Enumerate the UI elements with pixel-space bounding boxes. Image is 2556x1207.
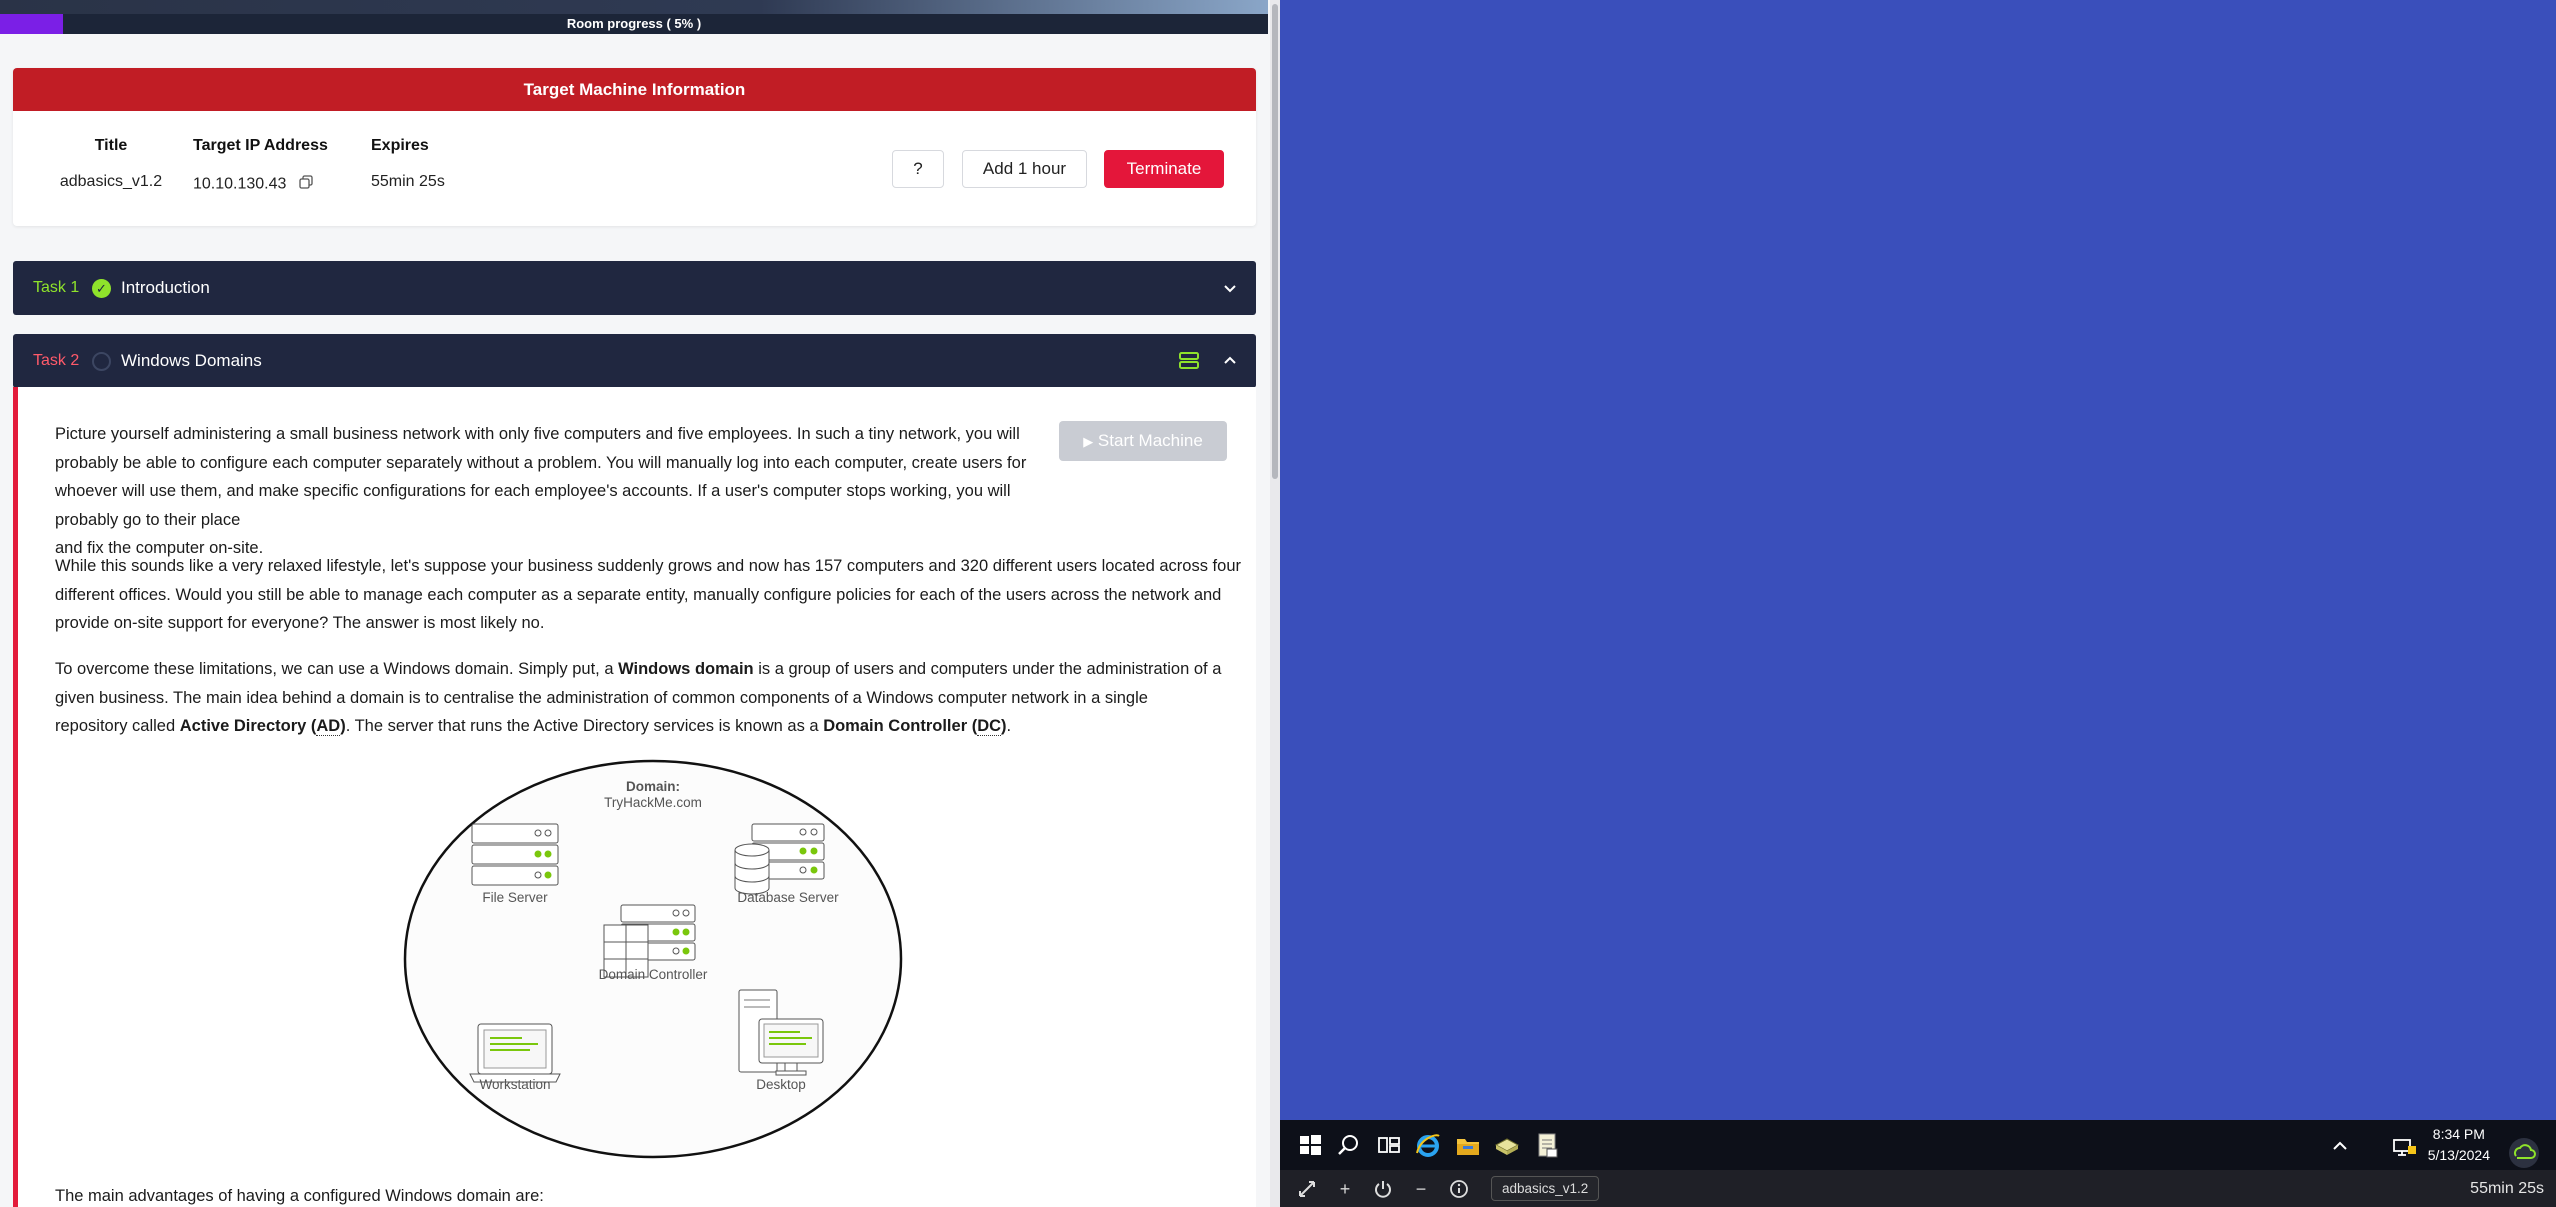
start-machine-label: Start Machine bbox=[1097, 431, 1203, 450]
paragraph-4: The main advantages of having a configur… bbox=[55, 1187, 544, 1205]
cloud-sync-icon[interactable] bbox=[2508, 1138, 2539, 1168]
workstation-label: Workstation bbox=[479, 1077, 551, 1092]
p1-line: whoever will use them, and make specific… bbox=[55, 482, 1011, 529]
power-icon[interactable] bbox=[1373, 1179, 1393, 1199]
expires-column: Expires 55min 25s bbox=[371, 137, 491, 191]
paragraph-2: While this sounds like a very relaxed li… bbox=[55, 552, 1255, 638]
task-2-content: ▶ Start Machine Picture yourself adminis… bbox=[13, 387, 1256, 1207]
p3-text: . The server that runs the Active Direct… bbox=[345, 717, 824, 735]
top-strip bbox=[0, 0, 1268, 14]
progress-label: Room progress ( 5% ) bbox=[566, 16, 702, 31]
ad-abbr: AD bbox=[316, 717, 341, 736]
chevron-down-icon[interactable] bbox=[1220, 278, 1240, 298]
internet-explorer-icon[interactable] bbox=[1414, 1131, 1442, 1159]
info-icon[interactable] bbox=[1449, 1179, 1469, 1199]
domain-controller-label: Domain Controller bbox=[598, 967, 708, 982]
file-server-icon bbox=[471, 823, 559, 886]
taskbar-clock[interactable]: 8:34 PM 5/13/2024 bbox=[2428, 1124, 2490, 1166]
active-directory-term: Active Directory ( bbox=[179, 717, 317, 735]
plus-icon[interactable]: + bbox=[1335, 1179, 1355, 1199]
workstation-icon bbox=[469, 1023, 561, 1083]
machine-title-label: Title bbox=[94, 137, 128, 154]
task-1-number: Task 1 bbox=[33, 279, 80, 296]
p3-text: given business. The main idea behind a d… bbox=[55, 688, 1148, 707]
clock-date: 5/13/2024 bbox=[2427, 1147, 2490, 1163]
task-1-title: Introduction bbox=[121, 278, 210, 297]
server-manager-icon[interactable] bbox=[1493, 1131, 1521, 1159]
p2-line: different offices. Would you still be ab… bbox=[55, 585, 1222, 604]
vm-name-tab[interactable]: adbasics_v1.2 bbox=[1491, 1176, 1600, 1201]
target-machine-header: Target Machine Information bbox=[13, 68, 1256, 111]
windows-taskbar: 8:34 PM 5/13/2024 bbox=[1280, 1120, 2556, 1170]
p3-text: repository called bbox=[55, 717, 180, 735]
paragraph-1: Picture yourself administering a small b… bbox=[55, 420, 1055, 563]
target-ip-value: 10.10.130.43 bbox=[193, 175, 287, 193]
expires-value: 55min 25s bbox=[371, 173, 445, 190]
domain-controller-term: Domain Controller ( bbox=[823, 717, 978, 735]
target-ip-label: Target IP Address bbox=[193, 137, 328, 154]
terminate-button[interactable]: Terminate bbox=[1104, 150, 1224, 188]
database-server-label: Database Server bbox=[737, 890, 839, 905]
windows-domain-term: Windows domain bbox=[618, 660, 754, 678]
paragraph-3: To overcome these limitations, we can us… bbox=[55, 655, 1255, 741]
p1-line: probably be able to configure each compu… bbox=[55, 453, 1027, 472]
file-server-label: File Server bbox=[482, 890, 548, 905]
server-stack-icon[interactable] bbox=[1178, 351, 1200, 371]
fullscreen-icon[interactable] bbox=[1297, 1179, 1317, 1199]
completed-check-icon: ✓ bbox=[92, 279, 111, 298]
task-1-header[interactable]: Task 1 ✓ Introduction bbox=[13, 261, 1256, 315]
play-icon: ▶ bbox=[1083, 434, 1094, 449]
task-2-header[interactable]: Task 2 Windows Domains bbox=[13, 334, 1256, 388]
vm-control-bar: + − adbasics_v1.2 55min 25s bbox=[1280, 1170, 2556, 1207]
target-machine-card: Target Machine Information Title adbasic… bbox=[13, 68, 1256, 226]
start-machine-button[interactable]: ▶ Start Machine bbox=[1059, 421, 1227, 461]
room-pane: Room progress ( 5% ) Target Machine Info… bbox=[0, 0, 1270, 1207]
incomplete-circle-icon bbox=[92, 352, 111, 371]
dc-abbr: DC bbox=[977, 717, 1002, 736]
domain-label: Domain: bbox=[626, 779, 680, 794]
p2-line: While this sounds like a very relaxed li… bbox=[55, 557, 1241, 575]
windows-domain-diagram: Domain: TryHackMe.com File Server Databa… bbox=[398, 757, 908, 1161]
minus-icon[interactable]: − bbox=[1411, 1179, 1431, 1199]
task-2-title: Windows Domains bbox=[121, 351, 262, 370]
p2-line: provide on-site support for everyone? Th… bbox=[55, 614, 545, 632]
machine-title-column: Title adbasics_v1.2 bbox=[46, 137, 176, 191]
file-explorer-icon[interactable] bbox=[1454, 1131, 1482, 1159]
p3-text: To overcome these limitations, we can us… bbox=[55, 660, 619, 678]
room-progress-bar: Room progress ( 5% ) bbox=[0, 14, 1268, 34]
expires-label: Expires bbox=[371, 137, 429, 154]
windows-start-icon[interactable] bbox=[1296, 1131, 1324, 1159]
p3-text: is a group of users and computers under … bbox=[753, 660, 1222, 678]
task-view-icon[interactable] bbox=[1375, 1131, 1403, 1159]
copy-icon[interactable] bbox=[299, 175, 313, 194]
target-ip-column: Target IP Address 10.10.130.43 bbox=[193, 137, 353, 194]
machine-title-value: adbasics_v1.2 bbox=[59, 173, 163, 190]
scrollbar-thumb[interactable] bbox=[1272, 4, 1278, 479]
task-2-number: Task 2 bbox=[33, 352, 80, 369]
search-icon[interactable] bbox=[1335, 1131, 1363, 1159]
p3-text: . bbox=[1006, 717, 1012, 735]
help-button[interactable]: ? bbox=[892, 150, 944, 188]
add-hour-button[interactable]: Add 1 hour bbox=[962, 150, 1087, 188]
domain-name-label: TryHackMe.com bbox=[604, 795, 702, 810]
desktop-label: Desktop bbox=[756, 1077, 806, 1092]
vm-timer: 55min 25s bbox=[2470, 1180, 2544, 1197]
chevron-up-icon[interactable] bbox=[2326, 1132, 2354, 1160]
remote-desktop[interactable]: 8:34 PM 5/13/2024 + − adbasics_v1.2 55mi… bbox=[1280, 0, 2556, 1207]
network-icon[interactable] bbox=[2390, 1132, 2418, 1160]
notepad-icon[interactable] bbox=[1533, 1131, 1561, 1159]
chevron-up-icon[interactable] bbox=[1220, 351, 1240, 371]
clock-time: 8:34 PM bbox=[2432, 1126, 2485, 1142]
page-scrollbar[interactable] bbox=[1270, 0, 1280, 1207]
p1-line: Picture yourself administering a small b… bbox=[55, 425, 1020, 443]
domain-ellipse bbox=[403, 759, 903, 1159]
